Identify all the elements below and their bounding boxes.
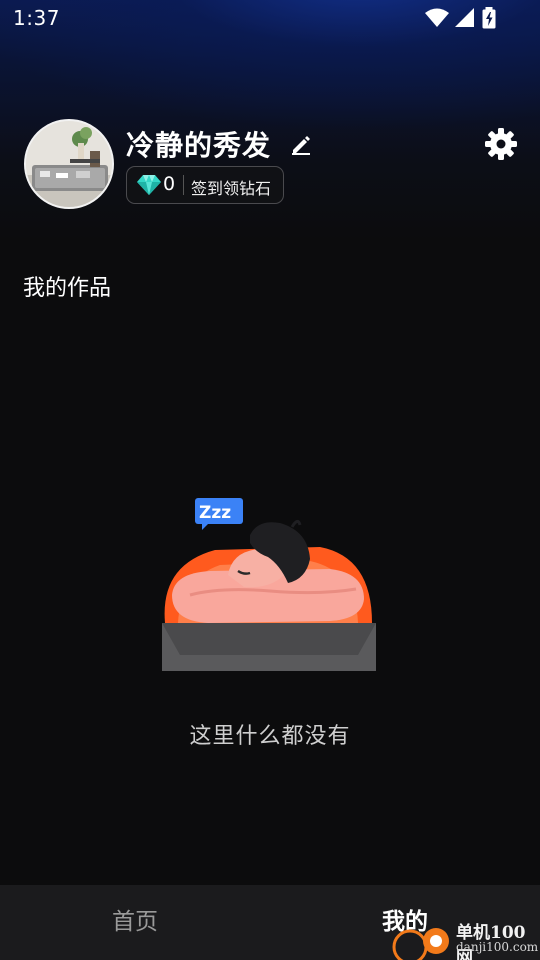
pill-divider xyxy=(183,175,184,195)
checkin-label[interactable]: 签到领钻石 xyxy=(191,175,271,199)
pencil-icon[interactable] xyxy=(290,133,312,155)
wifi-icon xyxy=(425,8,449,27)
bubble-text: Zzz xyxy=(199,503,231,523)
status-icons xyxy=(424,7,504,29)
status-bar: 1:37 xyxy=(0,0,540,36)
cell-signal-icon xyxy=(455,8,474,27)
works-section-title: 我的作品 xyxy=(23,276,112,301)
status-time: 1:37 xyxy=(13,6,60,30)
avatar-photo xyxy=(26,121,112,207)
diamond-icon xyxy=(137,175,161,195)
diamond-checkin-pill[interactable]: 0 签到领钻石 xyxy=(126,166,284,204)
watermark-logo-icon xyxy=(392,928,449,960)
profile-screen: 1:37 冷静的秀发 0 签到领钻石 我的作品 Zzz 这里什么都没有 首页 我… xyxy=(0,0,540,960)
watermark-url: danji100.com xyxy=(456,940,539,954)
username[interactable]: 冷静的秀发 xyxy=(126,124,271,164)
watermark: 单机100网 danji100.com xyxy=(388,915,540,960)
avatar[interactable] xyxy=(24,119,114,209)
gear-icon[interactable] xyxy=(484,127,518,161)
sleeping-person-illustration: Zzz xyxy=(162,498,376,671)
nav-home-tab[interactable]: 首页 xyxy=(0,885,270,960)
battery-charging-icon xyxy=(482,7,496,29)
empty-state-text: 这里什么都没有 xyxy=(189,724,351,749)
diamond-count: 0 xyxy=(163,173,176,195)
